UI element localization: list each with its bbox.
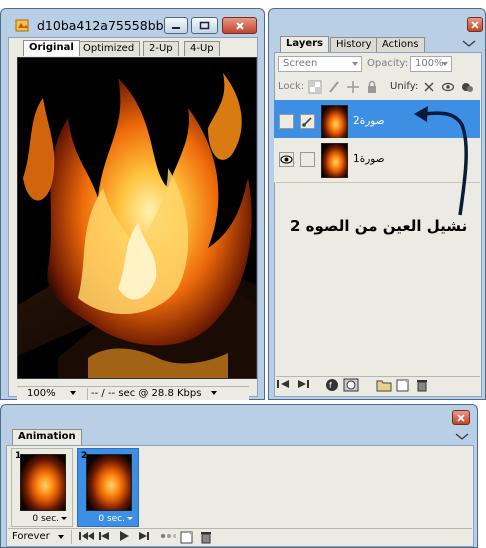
next-frame-icon[interactable] bbox=[135, 530, 151, 544]
svg-text:f: f bbox=[329, 381, 332, 390]
lock-transparency-icon[interactable] bbox=[308, 80, 324, 94]
tab-actions[interactable]: Actions bbox=[376, 37, 425, 52]
play-icon[interactable] bbox=[116, 530, 132, 544]
loop-select[interactable]: Forever bbox=[8, 529, 72, 544]
maximize-button[interactable] bbox=[191, 17, 218, 34]
blend-mode-select[interactable]: Screen bbox=[278, 56, 362, 72]
canvas-image[interactable] bbox=[17, 57, 257, 379]
eye-icon bbox=[280, 155, 293, 164]
animation-frame-1[interactable]: 1 0 sec. bbox=[11, 448, 73, 527]
frame-delay-value: 0 sec. bbox=[32, 514, 59, 524]
tab-animation[interactable]: Animation bbox=[12, 429, 82, 445]
close-icon bbox=[457, 413, 465, 422]
tab-4-up[interactable]: 4-Up bbox=[184, 41, 220, 56]
chevron-down-icon bbox=[442, 62, 448, 66]
unify-style-icon[interactable] bbox=[460, 80, 476, 94]
maximize-icon bbox=[199, 21, 210, 30]
opacity-value: 100% bbox=[415, 58, 444, 69]
chevron-down-icon bbox=[69, 391, 76, 395]
minimize-button[interactable] bbox=[164, 17, 188, 34]
previous-frame-icon[interactable] bbox=[97, 530, 113, 544]
unify-visibility-icon[interactable] bbox=[441, 80, 457, 94]
close-button[interactable] bbox=[222, 17, 257, 34]
animation-close-button[interactable] bbox=[452, 410, 470, 425]
layer-name[interactable]: صورة2 bbox=[353, 115, 385, 127]
document-title: d10ba412a75558bb4... bbox=[37, 18, 184, 33]
brush-icon bbox=[302, 117, 312, 127]
lock-paint-icon[interactable] bbox=[327, 80, 343, 94]
frame-thumbnail bbox=[20, 454, 66, 511]
chevron-down-icon bbox=[57, 534, 64, 539]
layer-mask-icon[interactable] bbox=[343, 378, 359, 392]
download-time-text: -- / -- sec @ 28.8 Kbps bbox=[91, 388, 202, 399]
photoshop-doc-icon bbox=[15, 19, 29, 32]
tab-2-up[interactable]: 2-Up bbox=[143, 41, 179, 56]
document-statusbar: 100% -- / -- sec @ 28.8 Kbps bbox=[17, 386, 249, 400]
tab-optimized[interactable]: Optimized bbox=[77, 41, 141, 56]
blend-mode-value: Screen bbox=[283, 58, 318, 69]
chevron-down-icon bbox=[61, 517, 67, 520]
layer-style-icon[interactable]: f bbox=[324, 378, 340, 392]
unify-label: Unify: bbox=[390, 81, 419, 92]
download-time-select[interactable]: -- / -- sec @ 28.8 Kbps bbox=[91, 388, 218, 399]
chevron-down-icon bbox=[211, 391, 218, 395]
visibility-toggle[interactable] bbox=[279, 114, 294, 129]
panel-close-button[interactable] bbox=[467, 17, 483, 32]
frame-delay-value: 0 sec. bbox=[98, 514, 125, 524]
lock-all-icon[interactable] bbox=[365, 80, 381, 94]
new-layer-icon[interactable] bbox=[395, 378, 411, 392]
visibility-toggle[interactable] bbox=[279, 152, 294, 167]
annotation-text: نشيل العين من الصوه 2 bbox=[290, 217, 468, 235]
frame-delay-select[interactable]: 0 sec. bbox=[32, 514, 67, 524]
tab-layers[interactable]: Layers bbox=[280, 36, 329, 52]
frame-thumbnail bbox=[86, 454, 132, 511]
layer-brush-indicator[interactable] bbox=[300, 114, 315, 129]
layer-thumbnail bbox=[321, 143, 348, 178]
chevron-down-icon bbox=[352, 62, 358, 66]
tween-icon[interactable] bbox=[160, 530, 176, 544]
unify-controls bbox=[422, 80, 479, 94]
fire-image bbox=[18, 58, 256, 378]
first-frame-icon[interactable] bbox=[276, 378, 292, 392]
step-forward-icon[interactable] bbox=[295, 378, 311, 392]
tab-history[interactable]: History bbox=[330, 37, 378, 52]
layer-name[interactable]: صورة1 bbox=[353, 153, 385, 165]
animation-menu-icon[interactable] bbox=[455, 432, 469, 442]
document-window: d10ba412a75558bb4... Original Optimized … bbox=[0, 8, 265, 400]
zoom-value: 100% bbox=[27, 388, 56, 399]
delete-frame-icon[interactable] bbox=[198, 530, 214, 544]
close-icon bbox=[235, 21, 244, 30]
frame-delay-select[interactable]: 0 sec. bbox=[98, 514, 133, 524]
opacity-label: Opacity: bbox=[367, 58, 409, 69]
layer-link-indicator[interactable] bbox=[300, 152, 315, 167]
layers-toolbar: f bbox=[276, 376, 480, 392]
chevron-down-icon bbox=[127, 517, 133, 520]
lock-controls bbox=[308, 80, 384, 94]
first-frame-icon[interactable] bbox=[78, 530, 94, 544]
opacity-input[interactable]: 100% bbox=[410, 56, 452, 72]
loop-value: Forever bbox=[12, 531, 50, 542]
delete-layer-icon[interactable] bbox=[414, 378, 430, 392]
duplicate-frame-icon[interactable] bbox=[179, 530, 195, 544]
zoom-select[interactable]: 100% bbox=[27, 388, 76, 399]
animation-toolbar: Forever bbox=[8, 528, 472, 544]
lock-label: Lock: bbox=[278, 81, 305, 92]
layer-thumbnail bbox=[321, 105, 348, 140]
tab-original[interactable]: Original bbox=[23, 40, 80, 56]
minimize-icon bbox=[172, 26, 180, 29]
lock-position-icon[interactable] bbox=[346, 80, 362, 94]
unify-position-icon[interactable] bbox=[422, 80, 438, 94]
panel-menu-icon[interactable] bbox=[462, 39, 476, 49]
animation-frame-2[interactable]: 2 0 sec. bbox=[77, 448, 139, 527]
close-icon bbox=[471, 20, 479, 29]
new-group-icon[interactable] bbox=[376, 378, 392, 392]
divider bbox=[87, 388, 88, 400]
